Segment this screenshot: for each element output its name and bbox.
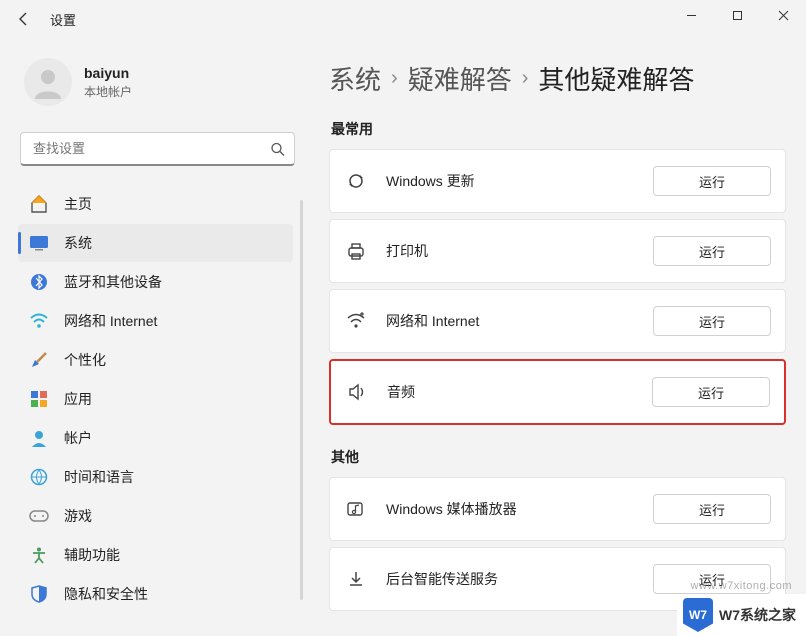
user-name: baiyun (84, 65, 132, 81)
card-label: 后台智能传送服务 (386, 569, 653, 589)
maximize-button[interactable] (714, 0, 760, 30)
section-most-used: 最常用 (331, 119, 786, 139)
sidebar-item-timelang[interactable]: 时间和语言 (18, 458, 293, 496)
brush-icon (28, 349, 50, 371)
sidebar-item-bluetooth[interactable]: 蓝牙和其他设备 (18, 263, 293, 301)
chevron-right-icon: › (391, 67, 398, 90)
sidebar: baiyun 本地帐户 主页 系统 蓝牙和其他设备 (0, 38, 305, 636)
card-label: Windows 更新 (386, 171, 653, 191)
minimize-button[interactable] (668, 0, 714, 30)
card-label: 网络和 Internet (386, 311, 653, 331)
sidebar-item-home[interactable]: 主页 (18, 185, 293, 223)
run-button[interactable]: 运行 (653, 494, 771, 524)
sidebar-item-label: 隐私和安全性 (64, 584, 148, 604)
breadcrumb: 系统 › 疑难解答 › 其他疑难解答 (329, 60, 786, 97)
sidebar-item-network[interactable]: 网络和 Internet (18, 302, 293, 340)
home-icon (28, 193, 50, 215)
sidebar-item-label: 系统 (64, 233, 92, 253)
breadcrumb-system[interactable]: 系统 (329, 60, 381, 97)
card-printer: 打印机 运行 (329, 219, 786, 283)
sidebar-item-accessibility[interactable]: 辅助功能 (18, 536, 293, 574)
sidebar-item-accounts[interactable]: 帐户 (18, 419, 293, 457)
main-content: 系统 › 疑难解答 › 其他疑难解答 最常用 Windows 更新 运行 打印机… (305, 38, 806, 636)
sidebar-item-apps[interactable]: 应用 (18, 380, 293, 418)
account-icon (28, 427, 50, 449)
download-icon (344, 567, 368, 591)
music-icon (344, 497, 368, 521)
card-label: 打印机 (386, 241, 653, 261)
breadcrumb-troubleshoot[interactable]: 疑难解答 (408, 60, 512, 97)
sidebar-item-privacy[interactable]: 隐私和安全性 (18, 575, 293, 613)
sidebar-item-label: 时间和语言 (64, 467, 134, 487)
apps-icon (28, 388, 50, 410)
footer-logo: W7 W7系统之家 (677, 594, 806, 636)
chevron-right-icon: › (522, 67, 529, 90)
sidebar-item-system[interactable]: 系统 (18, 224, 293, 262)
user-block[interactable]: baiyun 本地帐户 (18, 48, 297, 124)
avatar (24, 58, 72, 106)
run-button[interactable]: 运行 (653, 306, 771, 336)
shield-icon (28, 583, 50, 605)
sidebar-item-label: 主页 (64, 194, 92, 214)
wifi-icon (28, 310, 50, 332)
close-button[interactable] (760, 0, 806, 30)
sidebar-item-label: 应用 (64, 389, 92, 409)
wifi-icon (344, 309, 368, 333)
search-input[interactable] (20, 132, 295, 166)
refresh-icon (344, 169, 368, 193)
sidebar-item-label: 个性化 (64, 350, 106, 370)
window-title: 设置 (50, 10, 76, 29)
user-sub: 本地帐户 (84, 83, 132, 100)
sidebar-item-label: 辅助功能 (64, 545, 120, 565)
card-label: 音频 (387, 382, 652, 402)
system-icon (28, 232, 50, 254)
card-windows-update: Windows 更新 运行 (329, 149, 786, 213)
sidebar-item-label: 网络和 Internet (64, 311, 157, 331)
breadcrumb-current: 其他疑难解答 (538, 60, 694, 97)
run-button[interactable]: 运行 (653, 166, 771, 196)
logo-text: W7系统之家 (719, 605, 796, 625)
speaker-icon (345, 380, 369, 404)
search-icon (270, 142, 285, 157)
sidebar-item-label: 帐户 (64, 428, 92, 448)
scrollbar[interactable] (300, 200, 303, 600)
run-button[interactable]: 运行 (653, 236, 771, 266)
accessibility-icon (28, 544, 50, 566)
card-network: 网络和 Internet 运行 (329, 289, 786, 353)
globe-clock-icon (28, 466, 50, 488)
bluetooth-icon (28, 271, 50, 293)
sidebar-item-label: 游戏 (64, 506, 92, 526)
card-media-player: Windows 媒体播放器 运行 (329, 477, 786, 541)
logo-badge: W7 (683, 598, 713, 632)
sidebar-item-label: 蓝牙和其他设备 (64, 272, 162, 292)
card-audio: 音频 运行 (329, 359, 786, 425)
back-button[interactable] (12, 7, 36, 31)
sidebar-item-personalization[interactable]: 个性化 (18, 341, 293, 379)
printer-icon (344, 239, 368, 263)
nav: 主页 系统 蓝牙和其他设备 网络和 Internet 个性化 应用 (18, 184, 297, 636)
section-other: 其他 (331, 447, 786, 467)
watermark: www.w7xitong.com (690, 580, 792, 592)
run-button[interactable]: 运行 (652, 377, 770, 407)
gamepad-icon (28, 505, 50, 527)
sidebar-item-gaming[interactable]: 游戏 (18, 497, 293, 535)
card-label: Windows 媒体播放器 (386, 499, 653, 519)
